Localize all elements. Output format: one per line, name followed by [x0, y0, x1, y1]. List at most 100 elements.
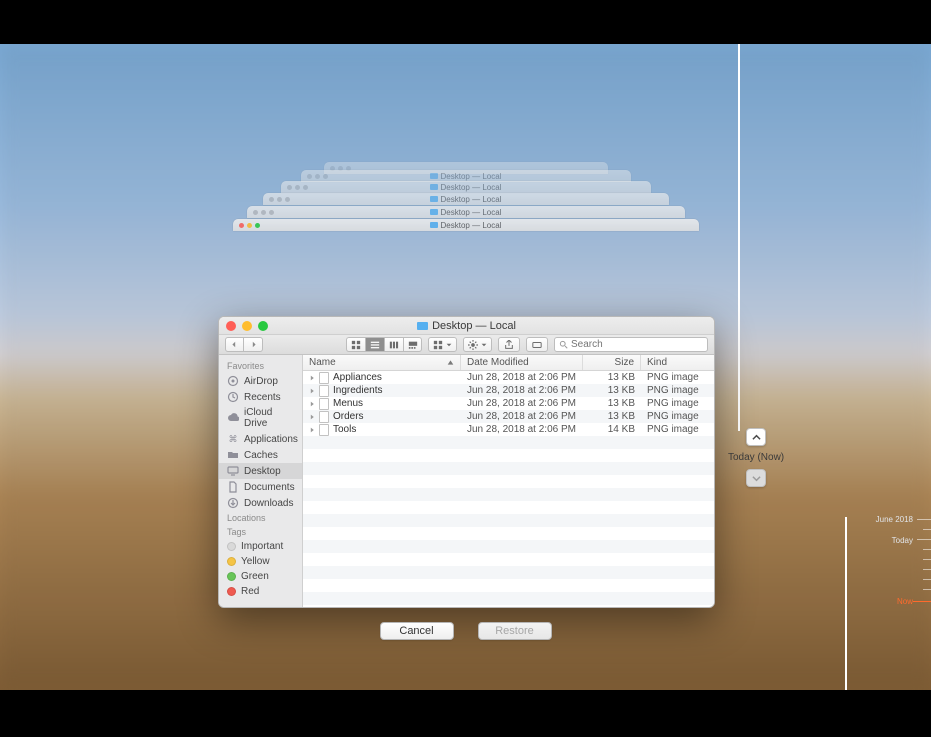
disclosure-triangle-icon[interactable]	[309, 427, 315, 433]
table-row[interactable]: AppliancesJun 28, 2018 at 2:06 PM13 KBPN…	[303, 371, 714, 384]
close-button[interactable]	[226, 321, 236, 331]
sidebar-item-recents[interactable]: Recents	[219, 389, 302, 405]
zoom-button[interactable]	[258, 321, 268, 331]
arrange-dropdown[interactable]	[428, 337, 457, 352]
timeline[interactable]: June 2018 Today Now	[863, 519, 931, 639]
titlebar[interactable]: Desktop — Local	[219, 317, 714, 335]
share-icon	[504, 340, 514, 350]
table-row[interactable]: Orders Jun 28, 2018 at 2:06 PM13 KBPNG im…	[303, 410, 714, 423]
file-date: Jun 28, 2018 at 2:06 PM	[461, 385, 583, 396]
disclosure-triangle-icon[interactable]	[309, 375, 315, 381]
desktop-icon	[227, 465, 239, 477]
search-icon	[559, 340, 568, 349]
sidebar-tag-green[interactable]: Green	[219, 569, 302, 584]
column-size[interactable]: Size	[583, 355, 641, 370]
forward-button[interactable]	[244, 337, 263, 352]
table-row[interactable]: IngredientsJun 28, 2018 at 2:06 PM13 KBP…	[303, 384, 714, 397]
sidebar-item-downloads[interactable]: Downloads	[219, 495, 302, 511]
cancel-button[interactable]: Cancel	[380, 622, 454, 640]
doc-icon	[227, 481, 239, 493]
chevron-down-icon	[481, 342, 487, 348]
share-button[interactable]	[498, 337, 520, 352]
gallery-view-button[interactable]	[403, 337, 422, 352]
action-dropdown[interactable]	[463, 337, 492, 352]
sidebar-item-label: iCloud Drive	[244, 407, 294, 429]
file-size: 13 KB	[583, 372, 641, 383]
column-date[interactable]: Date Modified	[461, 355, 583, 370]
file-rows: AppliancesJun 28, 2018 at 2:06 PM13 KBPN…	[303, 371, 714, 607]
timeline-label-month: June 2018	[876, 515, 913, 524]
file-name: Orders	[333, 411, 364, 422]
table-row[interactable]: ToolsJun 28, 2018 at 2:06 PM14 KBPNG ima…	[303, 423, 714, 436]
chevron-left-icon	[231, 341, 238, 348]
chevron-down-icon	[446, 342, 452, 348]
table-row	[303, 436, 714, 449]
table-row[interactable]: MenusJun 28, 2018 at 2:06 PM13 KBPNG ima…	[303, 397, 714, 410]
file-name: Menus	[333, 398, 363, 409]
column-view-button[interactable]	[384, 337, 403, 352]
column-kind-label: Kind	[647, 357, 667, 368]
sidebar-item-airdrop[interactable]: AirDrop	[219, 373, 302, 389]
sidebar-item-icloud-drive[interactable]: iCloud Drive	[219, 405, 302, 431]
timeline-label-today: Today	[892, 536, 913, 545]
icon-view-button[interactable]	[346, 337, 365, 352]
sidebar-item-label: Caches	[244, 450, 278, 461]
sidebar: Favorites AirDropRecents iCloud Drive ⌘App…	[219, 355, 303, 607]
window-title-prefix: Desktop	[432, 320, 472, 332]
sidebar-item-desktop[interactable]: Desktop	[219, 463, 302, 479]
sidebar-item-applications[interactable]: ⌘Applications	[219, 431, 302, 447]
disclosure-triangle-icon[interactable]	[309, 401, 315, 407]
sidebar-item-label: Documents	[244, 482, 295, 493]
sidebar-item-label: Yellow	[241, 556, 270, 567]
file-kind: PNG image	[641, 424, 714, 435]
table-row	[303, 475, 714, 488]
sidebar-tag-red[interactable]: Red	[219, 584, 302, 599]
minimize-button[interactable]	[242, 321, 252, 331]
airdrop-icon	[227, 375, 239, 387]
view-mode-segment	[346, 337, 422, 352]
search-input[interactable]	[571, 339, 703, 350]
list-view-button[interactable]	[365, 337, 384, 352]
window-title-suffix: — Local	[476, 320, 516, 332]
ghost-window: Desktop — Local	[263, 193, 669, 205]
column-kind[interactable]: Kind	[641, 355, 714, 370]
file-size: 13 KB	[583, 385, 641, 396]
nav-later-button[interactable]	[746, 469, 766, 487]
file-kind: PNG image	[641, 411, 714, 422]
finder-window: Desktop — Local	[218, 316, 715, 608]
sidebar-tag-yellow[interactable]: Yellow	[219, 554, 302, 569]
tag-dot-icon	[227, 557, 236, 566]
search-field[interactable]	[554, 337, 708, 352]
table-row	[303, 540, 714, 553]
window-body: Favorites AirDropRecents iCloud Drive ⌘App…	[219, 355, 714, 607]
disclosure-triangle-icon[interactable]	[309, 414, 315, 420]
folder-icon	[430, 196, 438, 202]
tags-button[interactable]	[526, 337, 548, 352]
ghost-window: Desktop — Local	[247, 206, 685, 218]
file-icon	[319, 411, 329, 423]
sidebar-heading-favorites: Favorites	[219, 359, 302, 373]
file-name: Tools	[333, 424, 356, 435]
sidebar-item-documents[interactable]: Documents	[219, 479, 302, 495]
file-date: Jun 28, 2018 at 2:06 PM	[461, 424, 583, 435]
table-row	[303, 449, 714, 462]
file-icon	[319, 424, 329, 436]
column-size-label: Size	[615, 357, 634, 368]
file-size: 13 KB	[583, 411, 641, 422]
letterbox-bottom	[0, 690, 931, 737]
folder-icon	[430, 184, 438, 190]
tag-dot-icon	[227, 572, 236, 581]
disclosure-triangle-icon[interactable]	[309, 388, 315, 394]
column-name[interactable]: Name	[303, 355, 461, 370]
restore-button[interactable]: Restore	[478, 622, 552, 640]
back-button[interactable]	[225, 337, 244, 352]
sidebar-tag-important[interactable]: Important	[219, 539, 302, 554]
sidebar-item-caches[interactable]: Caches	[219, 447, 302, 463]
sidebar-item-label: Applications	[244, 434, 298, 445]
table-row	[303, 501, 714, 514]
column-name-label: Name	[309, 357, 336, 368]
ghost-title: Desktop — Local	[441, 172, 502, 181]
nav-earlier-button[interactable]	[746, 428, 766, 446]
letterbox-top	[0, 0, 931, 44]
file-date: Jun 28, 2018 at 2:06 PM	[461, 411, 583, 422]
